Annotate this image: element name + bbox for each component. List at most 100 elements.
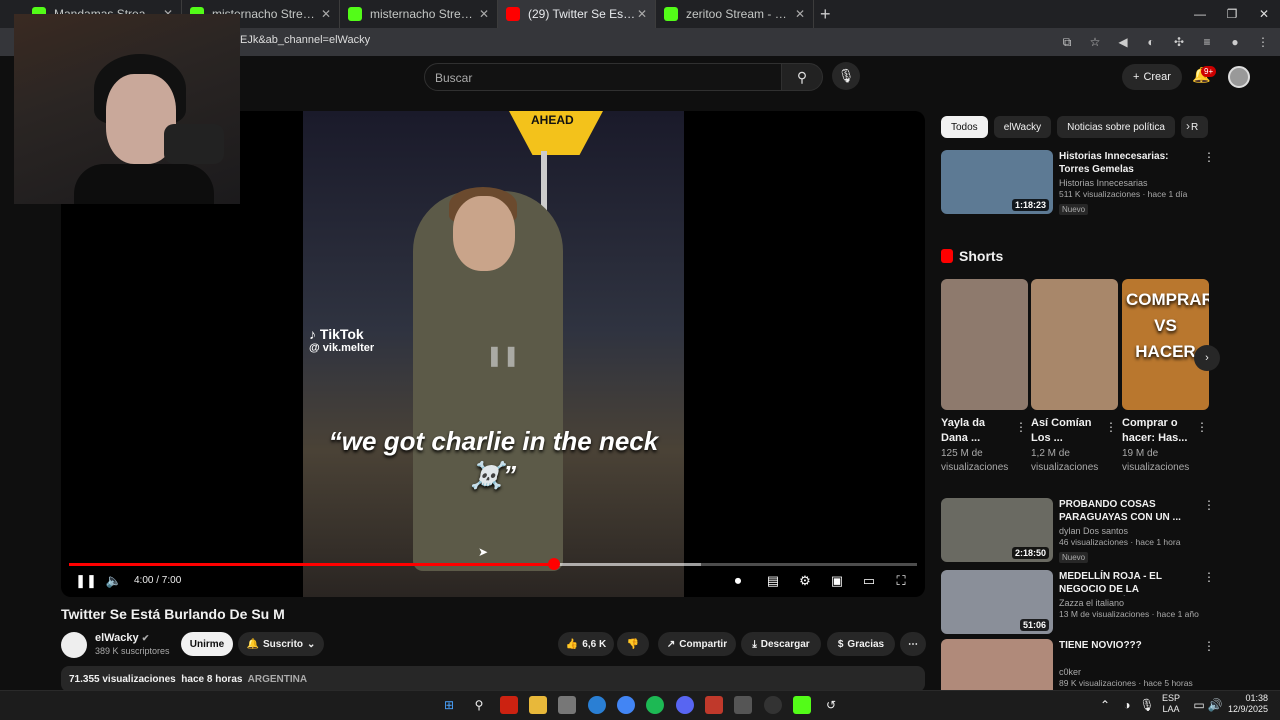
short-thumbnail[interactable]: COMPRAR VS HACER bbox=[1122, 279, 1209, 410]
discord-icon[interactable] bbox=[676, 696, 694, 714]
subscribed-button[interactable]: 🔔 Suscrito ⌄ bbox=[238, 632, 324, 656]
theater-mode-icon[interactable]: ▭ bbox=[859, 572, 879, 590]
video-thumbnail[interactable]: 1:18:23 bbox=[941, 150, 1053, 214]
translate-icon[interactable]: ◐ bbox=[1142, 33, 1160, 51]
recommended-video[interactable]: 51:06 MEDELLÍN ROJA - EL NEGOCIO DE LA PR… bbox=[941, 570, 1215, 634]
obs-icon[interactable] bbox=[764, 696, 782, 714]
voice-search-button[interactable]: 🎙 bbox=[832, 62, 860, 90]
chrome-icon[interactable] bbox=[617, 696, 635, 714]
channel-name[interactable]: elWacky ✔ bbox=[95, 632, 149, 644]
recommended-channel[interactable]: c0ker bbox=[1059, 667, 1199, 677]
tray-app-icon[interactable]: ◑ bbox=[1118, 696, 1136, 714]
search-taskbar-icon[interactable]: ⚲ bbox=[470, 696, 488, 714]
filter-chip[interactable]: Noticias sobre política bbox=[1057, 116, 1175, 138]
tray-chevron-icon[interactable]: ⌃ bbox=[1096, 696, 1114, 714]
window-controls: — ❐ ✕ bbox=[1184, 0, 1280, 28]
tray-mic-icon[interactable]: 🎙 bbox=[1138, 696, 1156, 714]
account-avatar[interactable] bbox=[1228, 66, 1250, 88]
windows-start-icon[interactable]: ⊞ bbox=[440, 696, 458, 714]
recommended-title[interactable]: PROBANDO COSAS PARAGUAYAS CON UN ... bbox=[1059, 498, 1199, 524]
tab-label: zeritoo Stream - Watch Live on bbox=[686, 7, 795, 21]
short-title[interactable]: Así Comían Los ... bbox=[1031, 416, 1103, 446]
new-tab-button[interactable]: + bbox=[820, 4, 831, 25]
chrome-menu-icon[interactable]: ⋮ bbox=[1254, 33, 1272, 51]
app-tool-icon[interactable] bbox=[734, 696, 752, 714]
search-button[interactable]: ⚲ bbox=[781, 63, 823, 91]
tab-close-icon[interactable]: ✕ bbox=[321, 7, 331, 21]
recommended-title[interactable]: TIENE NOVIO??? bbox=[1059, 639, 1199, 665]
profile-icon[interactable]: ● bbox=[1226, 33, 1244, 51]
app-dark-red-icon[interactable] bbox=[705, 696, 723, 714]
spotify-icon[interactable] bbox=[646, 696, 664, 714]
pause-icon[interactable]: ❚❚ bbox=[75, 572, 97, 590]
app-blue-icon[interactable] bbox=[588, 696, 606, 714]
more-options-icon[interactable]: ⋮ bbox=[1203, 639, 1215, 653]
chevron-right-icon[interactable]: › bbox=[1186, 119, 1190, 133]
recommended-channel[interactable]: Historias Innecesarias bbox=[1059, 178, 1199, 188]
more-options-icon[interactable]: ⋮ bbox=[1196, 420, 1208, 434]
restore-icon[interactable]: ❐ bbox=[1216, 0, 1248, 28]
like-button[interactable]: 👍 6,6 K bbox=[558, 632, 614, 656]
more-options-icon[interactable]: ⋮ bbox=[1203, 498, 1215, 512]
recommended-channel[interactable]: Zazza el italiano bbox=[1059, 598, 1199, 608]
search-input[interactable]: Buscar bbox=[424, 63, 782, 91]
description-box[interactable]: 71.355 visualizaciones hace 8 horas ARGE… bbox=[61, 666, 925, 692]
more-options-icon[interactable]: ⋮ bbox=[1015, 420, 1027, 434]
file-explorer-icon[interactable] bbox=[529, 696, 547, 714]
minimize-icon[interactable]: — bbox=[1184, 0, 1216, 28]
chevron-right-icon: › bbox=[1205, 352, 1209, 364]
url-field[interactable]: EJk&ab_channel=elWacky bbox=[240, 34, 370, 46]
fullscreen-icon[interactable]: ⛶ bbox=[891, 572, 911, 590]
more-options-icon[interactable]: ⋮ bbox=[1203, 570, 1215, 584]
speaker-icon[interactable]: 🔊 bbox=[1206, 696, 1224, 714]
recommended-video[interactable]: 1:18:23 Historias Innecesarias: Torres Ge… bbox=[941, 150, 1215, 217]
app-red-icon[interactable] bbox=[500, 696, 518, 714]
share-button[interactable]: ↗ Compartir bbox=[658, 632, 736, 656]
app-arrow-icon[interactable]: ↺ bbox=[822, 696, 840, 714]
progress-scrubber[interactable] bbox=[547, 558, 560, 570]
more-actions-button[interactable]: ⋯ bbox=[900, 632, 926, 656]
close-window-icon[interactable]: ✕ bbox=[1248, 0, 1280, 28]
more-options-icon[interactable]: ⋮ bbox=[1203, 150, 1215, 164]
recommended-video[interactable]: 2:18:50 PROBANDO COSAS PARAGUAYAS CON UN … bbox=[941, 498, 1215, 565]
filter-chip[interactable]: elWacky bbox=[993, 116, 1052, 138]
tab-close-icon[interactable]: ✕ bbox=[795, 7, 805, 21]
video-thumbnail[interactable]: 51:06 bbox=[941, 570, 1053, 634]
short-thumbnail[interactable] bbox=[1031, 279, 1118, 410]
recommended-title[interactable]: Historias Innecesarias: Torres Gemelas bbox=[1059, 150, 1199, 176]
language-indicator[interactable]: ESP LAA bbox=[1162, 693, 1180, 715]
short-title[interactable]: Yayla da Dana ... bbox=[941, 416, 1013, 446]
tab-search-icon[interactable]: ≡ bbox=[1198, 33, 1216, 51]
browser-tab[interactable]: (29) Twitter Se Está Burland✕ bbox=[498, 0, 656, 28]
browser-tab[interactable]: misternacho Stream - Watch Li✕ bbox=[340, 0, 498, 28]
tab-close-icon[interactable]: ✕ bbox=[637, 7, 647, 21]
kick-icon[interactable] bbox=[793, 696, 811, 714]
thanks-button[interactable]: $ Gracias bbox=[827, 632, 895, 656]
tab-close-icon[interactable]: ✕ bbox=[479, 7, 489, 21]
cast-icon[interactable]: ⧉ bbox=[1058, 33, 1076, 51]
channel-avatar[interactable] bbox=[61, 632, 87, 658]
volume-icon[interactable]: 🔈 bbox=[105, 572, 123, 590]
app-gray-icon[interactable] bbox=[558, 696, 576, 714]
browser-tab[interactable]: zeritoo Stream - Watch Live on✕ bbox=[656, 0, 814, 28]
shorts-next-button[interactable]: › bbox=[1194, 345, 1220, 371]
volume-extension-icon[interactable]: ◀ bbox=[1114, 33, 1132, 51]
short-thumbnail[interactable] bbox=[941, 279, 1028, 410]
extensions-icon[interactable]: ✣ bbox=[1170, 33, 1188, 51]
settings-gear-icon[interactable]: ⚙ bbox=[795, 572, 815, 590]
recommended-title[interactable]: MEDELLÍN ROJA - EL NEGOCIO DE LA PROSTIT… bbox=[1059, 570, 1199, 596]
autoplay-toggle-icon[interactable]: ⏺ bbox=[725, 572, 751, 590]
miniplayer-icon[interactable]: ▣ bbox=[827, 572, 847, 590]
filter-chip[interactable]: Todos bbox=[941, 116, 988, 138]
dislike-button[interactable]: 👎 bbox=[617, 632, 649, 656]
bookmark-star-icon[interactable]: ☆ bbox=[1086, 33, 1104, 51]
short-title[interactable]: Comprar o hacer: Has... bbox=[1122, 416, 1194, 446]
more-options-icon[interactable]: ⋮ bbox=[1105, 420, 1117, 434]
clock[interactable]: 01:38 12/9/2025 bbox=[1228, 693, 1268, 715]
download-button[interactable]: ⤓ Descargar bbox=[741, 632, 821, 656]
create-button[interactable]: + Crear bbox=[1122, 64, 1182, 90]
join-button[interactable]: Unirme bbox=[181, 632, 233, 656]
recommended-channel[interactable]: dylan Dos santos bbox=[1059, 526, 1199, 536]
subtitles-icon[interactable]: ▤ bbox=[763, 572, 783, 590]
video-thumbnail[interactable]: 2:18:50 bbox=[941, 498, 1053, 562]
